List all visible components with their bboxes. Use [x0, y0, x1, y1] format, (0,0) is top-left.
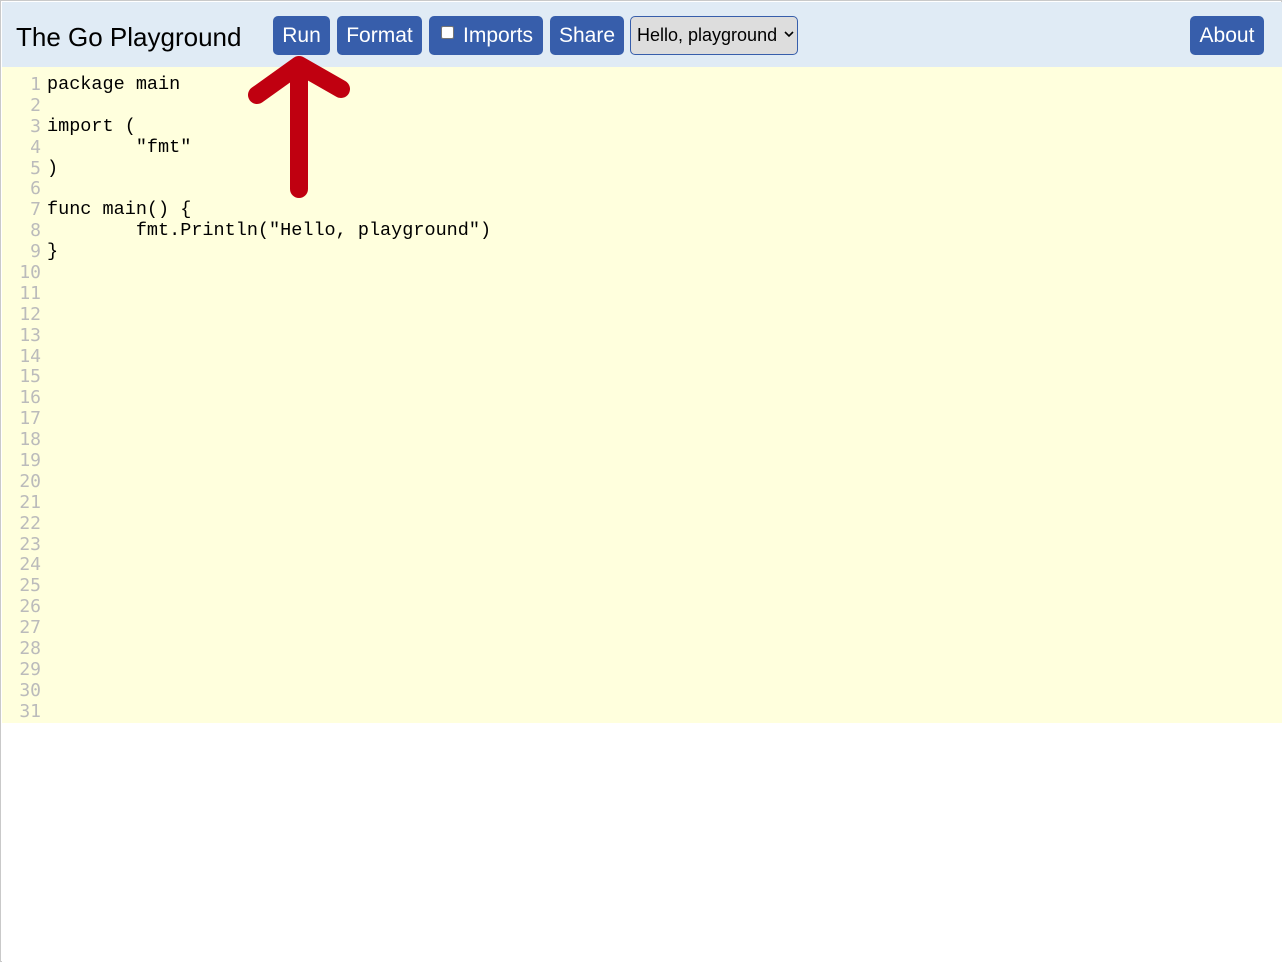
- imports-checkbox[interactable]: [441, 26, 454, 39]
- chevron-down-icon: [784, 31, 794, 38]
- code-line: ): [47, 157, 59, 179]
- code-editor[interactable]: 1 2 3 4 5 6 7 8 9 10 11 12 13 14 15 16 17 18 19 20 21 22 23 24 2…: [2, 67, 1282, 723]
- line-number: 3: [30, 115, 41, 137]
- line-number: 1: [30, 74, 41, 95]
- share-button[interactable]: Share: [550, 16, 624, 55]
- imports-toggle[interactable]: Imports: [429, 16, 543, 55]
- line-number: 29: [19, 658, 41, 680]
- example-select[interactable]: Hello, playground: [630, 16, 798, 55]
- format-button[interactable]: Format: [337, 16, 422, 55]
- line-number: 2: [30, 94, 41, 116]
- line-number: 12: [19, 303, 41, 325]
- line-number: 22: [19, 512, 41, 534]
- line-number: 31: [19, 700, 41, 722]
- output-panel: [2, 723, 1282, 962]
- playground-window: The Go Playground Run Format Imports Sha…: [0, 0, 1282, 962]
- line-number: 20: [19, 470, 41, 492]
- line-number: 15: [19, 366, 41, 388]
- imports-label: Imports: [463, 24, 534, 47]
- line-number: 10: [19, 262, 41, 284]
- line-number: 17: [19, 408, 41, 430]
- run-button[interactable]: Run: [273, 16, 330, 55]
- line-number: 26: [19, 596, 41, 618]
- line-number: 24: [19, 554, 41, 576]
- example-select-value: Hello, playground: [637, 25, 778, 45]
- about-button[interactable]: About: [1190, 16, 1264, 55]
- page-title: The Go Playground: [16, 22, 242, 52]
- line-number: 27: [19, 617, 41, 639]
- line-number: 21: [19, 491, 41, 513]
- top-bar: The Go Playground Run Format Imports Sha…: [2, 2, 1282, 67]
- line-number: 28: [19, 638, 41, 660]
- line-number: 14: [19, 345, 41, 367]
- line-number: 19: [19, 450, 41, 472]
- line-number: 5: [30, 157, 41, 179]
- code-line: "fmt": [47, 136, 192, 158]
- line-number: 6: [30, 178, 41, 200]
- line-number: 9: [30, 241, 41, 263]
- line-number: 4: [30, 136, 41, 158]
- line-number: 7: [30, 199, 41, 221]
- line-number: 16: [19, 387, 41, 409]
- line-number: 13: [19, 324, 41, 346]
- code-line: import (: [47, 115, 136, 137]
- line-number: 8: [30, 220, 41, 242]
- code-area[interactable]: package main import ( "fmt") func main() {…: [47, 74, 492, 263]
- code-line: package main: [47, 74, 181, 95]
- line-number: 23: [19, 533, 41, 555]
- line-number: 30: [19, 679, 41, 701]
- line-number: 11: [19, 282, 41, 304]
- code-line: func main() {: [47, 199, 192, 221]
- line-number: 25: [19, 575, 41, 597]
- code-line: fmt.Println("Hello, playground"): [47, 220, 492, 242]
- code-line: }: [47, 241, 59, 263]
- line-number-gutter: 1 2 3 4 5 6 7 8 9 10 11 12 13 14 15 16 17 18 19 20 21 22 23 24 2…: [2, 74, 42, 723]
- line-number: 18: [19, 429, 41, 451]
